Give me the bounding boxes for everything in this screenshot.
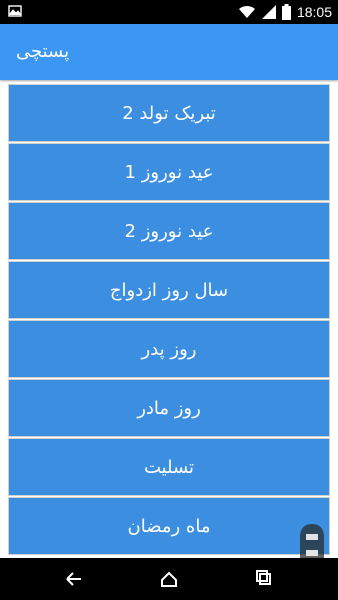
wifi-icon: [238, 5, 255, 18]
list-item-label: عید نوروز 2: [124, 220, 214, 242]
list-item[interactable]: سال روز ازدواج: [8, 261, 330, 319]
list-item-label: عید نوروز 1: [124, 161, 214, 183]
message-category-list: تبریک تولد 2 عید نوروز 1 عید نوروز 2 سال…: [8, 84, 330, 556]
status-time: 18:05: [296, 4, 332, 20]
page-title: پستچی: [16, 41, 70, 62]
list-item-label: روز پدر: [141, 338, 197, 360]
list-item-label: روز مادر: [137, 397, 201, 419]
list-item-label: تبریک تولد 2: [122, 102, 216, 124]
battery-icon: [281, 4, 291, 20]
list-item[interactable]: عید نوروز 2: [8, 202, 330, 260]
list-item[interactable]: روز مادر: [8, 379, 330, 437]
list-item[interactable]: تسلیت: [8, 438, 330, 496]
list-item[interactable]: عید نوروز 1: [8, 143, 330, 201]
recents-icon[interactable]: [254, 568, 276, 590]
list-item-label: تسلیت: [143, 456, 195, 478]
status-bar: 18:05: [0, 0, 338, 24]
signal-icon: [261, 5, 276, 19]
back-icon[interactable]: [63, 568, 85, 590]
notification-icon: [8, 5, 22, 17]
list-item-label: سال روز ازدواج: [109, 279, 229, 301]
list-item[interactable]: روز پدر: [8, 320, 330, 378]
list-item-label: ماه رمضان: [127, 515, 211, 537]
home-icon[interactable]: [158, 568, 180, 590]
navigation-bar: [0, 558, 338, 600]
list-item[interactable]: ماه رمضان: [8, 497, 330, 555]
app-bar: پستچی: [0, 24, 338, 80]
list-item[interactable]: تبریک تولد 2: [8, 84, 330, 142]
